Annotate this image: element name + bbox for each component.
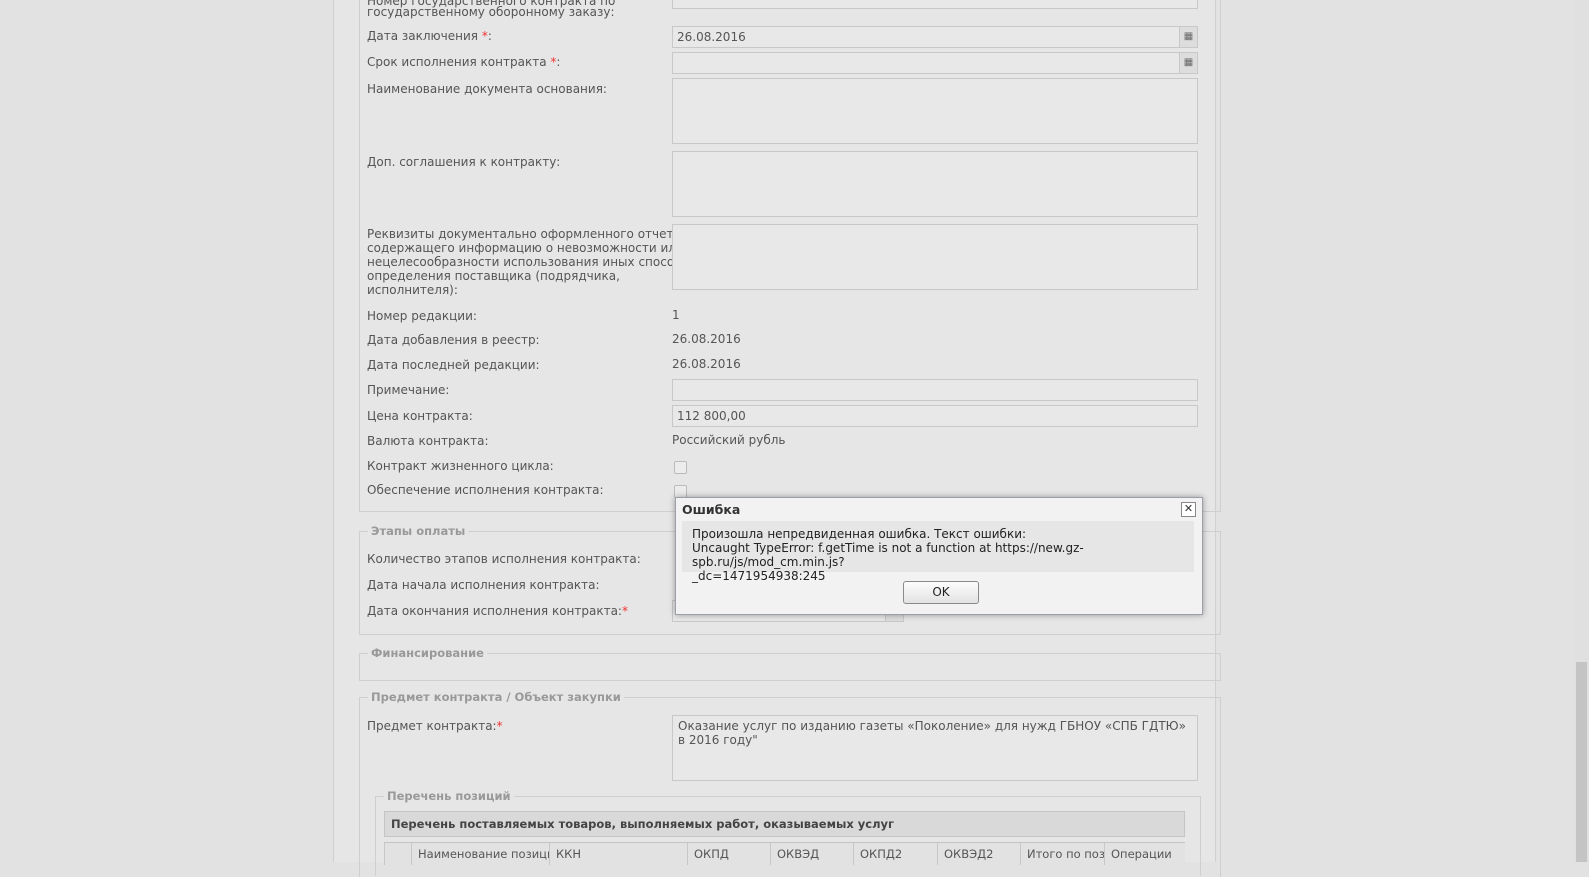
stages-end-label: Дата окончания исполнения контракта:* — [367, 604, 628, 618]
page-scrollbar[interactable] — [1574, 0, 1589, 862]
dialog-body: Произошла непредвиденная ошибка. Текст о… — [682, 521, 1194, 583]
error-dialog: Ошибка ✕ Произошла непредвиденная ошибка… — [675, 497, 1203, 615]
payment-stages-legend: Этапы оплаты — [368, 524, 469, 538]
main-fieldset — [359, 0, 1221, 512]
dialog-message: Произошла непредвиденная ошибка. Текст о… — [692, 527, 1084, 583]
scrollbar-thumb[interactable] — [1576, 662, 1587, 862]
stages-start-label: Дата начала исполнения контракта: — [367, 578, 600, 592]
financing-fieldset — [359, 653, 1221, 681]
dialog-title: Ошибка — [682, 502, 741, 517]
subject-textarea[interactable]: Оказание услуг по изданию газеты «Поколе… — [672, 715, 1198, 781]
financing-legend: Финансирование — [368, 646, 487, 660]
positions-legend: Перечень позиций — [384, 789, 514, 803]
ok-button[interactable]: OK — [903, 581, 979, 604]
subject-label: Предмет контракта:* — [367, 719, 503, 733]
stages-count-label: Количество этапов исполнения контракта: — [367, 552, 641, 566]
positions-grid-title: Перечень поставляемых товаров, выполняем… — [384, 811, 1185, 837]
close-icon[interactable]: ✕ — [1181, 502, 1196, 517]
subject-legend: Предмет контракта / Объект закупки — [368, 690, 624, 704]
